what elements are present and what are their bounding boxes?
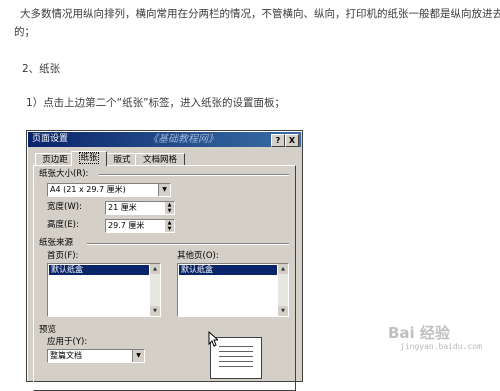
height-spinner[interactable]: 29.7 厘米 ▲ ▼ — [105, 219, 175, 233]
other-pages-label: 其他页(O): — [177, 251, 219, 261]
section-heading: 2、纸张 — [22, 63, 61, 75]
tab-paper[interactable]: 纸张 — [71, 151, 107, 166]
apply-to-select[interactable]: 整篇文档 ▼ — [47, 349, 145, 363]
dialog-titlebar[interactable]: 页面设置 《基础教程网》 ? X — [28, 132, 301, 147]
spin-down-icon[interactable]: ▼ — [165, 226, 174, 232]
scroll-down-icon[interactable]: ▼ — [150, 306, 160, 316]
group-divider — [87, 243, 289, 245]
scrollbar[interactable]: ▲ ▼ — [278, 264, 288, 316]
paper-source-label: 纸张来源 — [39, 238, 74, 248]
paper-size-select[interactable]: A4 (21 x 29.7 厘米) ▼ — [47, 183, 171, 197]
step-instruction: 1）点击上边第二个“纸张”标签，进入纸张的设置面板； — [26, 97, 286, 109]
apply-to-label: 应用于(Y): — [47, 337, 88, 347]
article-paragraph-line1: 大多数情况用纵向排列，横向常用在分两栏的情况，不管横向、纵向，打印机的纸张一般都… — [20, 8, 500, 20]
site-watermark: 《基础教程网》 — [148, 134, 218, 145]
scroll-up-icon[interactable]: ▲ — [150, 264, 160, 274]
mouse-pointer-icon — [208, 331, 218, 347]
apply-to-value: 整篇文档 — [50, 351, 82, 360]
paper-size-label: 纸张大小(R): — [39, 169, 89, 179]
other-pages-tray-list[interactable]: 默认纸盒 ▲ ▼ — [177, 263, 289, 317]
paper-size-value: A4 (21 x 29.7 厘米) — [50, 185, 126, 194]
first-page-tray-list[interactable]: 默认纸盒 ▲ ▼ — [47, 263, 161, 317]
dialog-title: 页面设置 — [32, 134, 69, 144]
baidu-jingyan-logo: Bai 经验 — [388, 324, 450, 342]
list-item[interactable]: 默认纸盒 — [179, 265, 277, 275]
article-paragraph-line2: 的； — [14, 26, 35, 38]
scrollbar[interactable]: ▲ ▼ — [150, 264, 160, 316]
scroll-down-icon[interactable]: ▼ — [278, 306, 288, 316]
list-item[interactable]: 默认纸盒 — [49, 265, 149, 275]
width-spinner[interactable]: 21 厘米 ▲ ▼ — [105, 201, 175, 215]
chevron-down-icon[interactable]: ▼ — [132, 350, 144, 362]
close-button[interactable]: X — [285, 134, 299, 147]
height-label: 高度(E): — [47, 220, 79, 230]
help-button[interactable]: ? — [271, 134, 285, 147]
width-label: 宽度(W): — [47, 202, 82, 212]
page-setup-dialog: 页面设置 《基础教程网》 ? X 页边距 纸张 版式 文档网格 纸张大小(R):… — [26, 130, 303, 391]
height-value: 29.7 厘米 — [108, 221, 145, 230]
preview-label: 预览 — [39, 325, 57, 335]
spin-down-icon[interactable]: ▼ — [165, 208, 174, 214]
chevron-down-icon[interactable]: ▼ — [158, 184, 170, 196]
group-divider — [99, 174, 289, 176]
watermark-url: jingyan.baidu.com — [400, 342, 482, 351]
scroll-up-icon[interactable]: ▲ — [278, 264, 288, 274]
width-value: 21 厘米 — [108, 203, 137, 212]
first-page-label: 首页(F): — [47, 251, 79, 261]
